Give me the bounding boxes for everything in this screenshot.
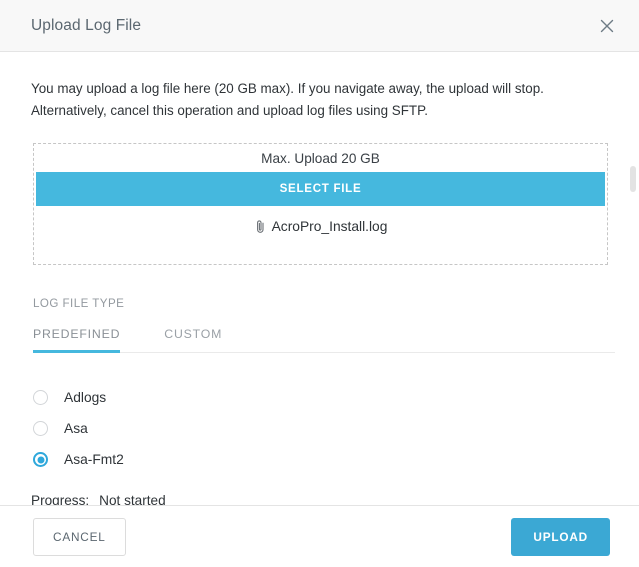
- progress-value: Not started: [99, 493, 166, 505]
- radio-icon[interactable]: [33, 421, 48, 436]
- dialog-body: You may upload a log file here (20 GB ma…: [0, 52, 639, 505]
- radio-label: Asa-Fmt2: [64, 452, 124, 467]
- log-file-type-label: LOG FILE TYPE: [33, 297, 125, 310]
- file-dropzone[interactable]: Max. Upload 20 GB SELECT FILE AcroPro_In…: [33, 143, 608, 265]
- radio-option-adlogs[interactable]: Adlogs: [33, 382, 639, 413]
- progress-label: Progress:: [31, 493, 90, 505]
- radio-icon-selected[interactable]: [33, 452, 48, 467]
- select-file-button[interactable]: SELECT FILE: [36, 172, 605, 206]
- radio-icon[interactable]: [33, 390, 48, 405]
- intro-text: You may upload a log file here (20 GB ma…: [31, 81, 544, 118]
- body-scrollbar[interactable]: [630, 52, 636, 505]
- close-icon[interactable]: [593, 12, 621, 40]
- dialog-header: Upload Log File: [0, 0, 639, 52]
- selected-file-row: AcroPro_Install.log: [34, 206, 607, 234]
- radio-label: Adlogs: [64, 390, 107, 405]
- dialog-footer: CANCEL UPLOAD: [0, 505, 639, 567]
- log-file-type-tabs: PREDEFINED CUSTOM: [33, 327, 615, 353]
- upload-log-file-dialog: Upload Log File You may upload a log fil…: [0, 0, 639, 567]
- tab-predefined[interactable]: PREDEFINED: [33, 327, 121, 353]
- selected-file-name: AcroPro_Install.log: [271, 219, 388, 234]
- scrollbar-thumb[interactable]: [630, 166, 636, 192]
- radio-option-asa[interactable]: Asa: [33, 413, 639, 444]
- paperclip-icon: [254, 219, 267, 234]
- log-type-radio-group: Adlogs Asa Asa-Fmt2: [0, 353, 639, 475]
- progress-block: Progress: Not started: [0, 475, 639, 505]
- page-title: Upload Log File: [31, 16, 142, 34]
- cancel-button[interactable]: CANCEL: [33, 517, 126, 556]
- radio-option-asa-fmt2[interactable]: Asa-Fmt2: [33, 444, 639, 475]
- upload-button[interactable]: UPLOAD: [511, 517, 610, 556]
- radio-label: Asa: [64, 421, 88, 436]
- max-upload-label: Max. Upload 20 GB: [261, 151, 380, 166]
- tab-custom[interactable]: CUSTOM: [164, 327, 222, 352]
- progress-status: Progress: Not started: [31, 493, 639, 505]
